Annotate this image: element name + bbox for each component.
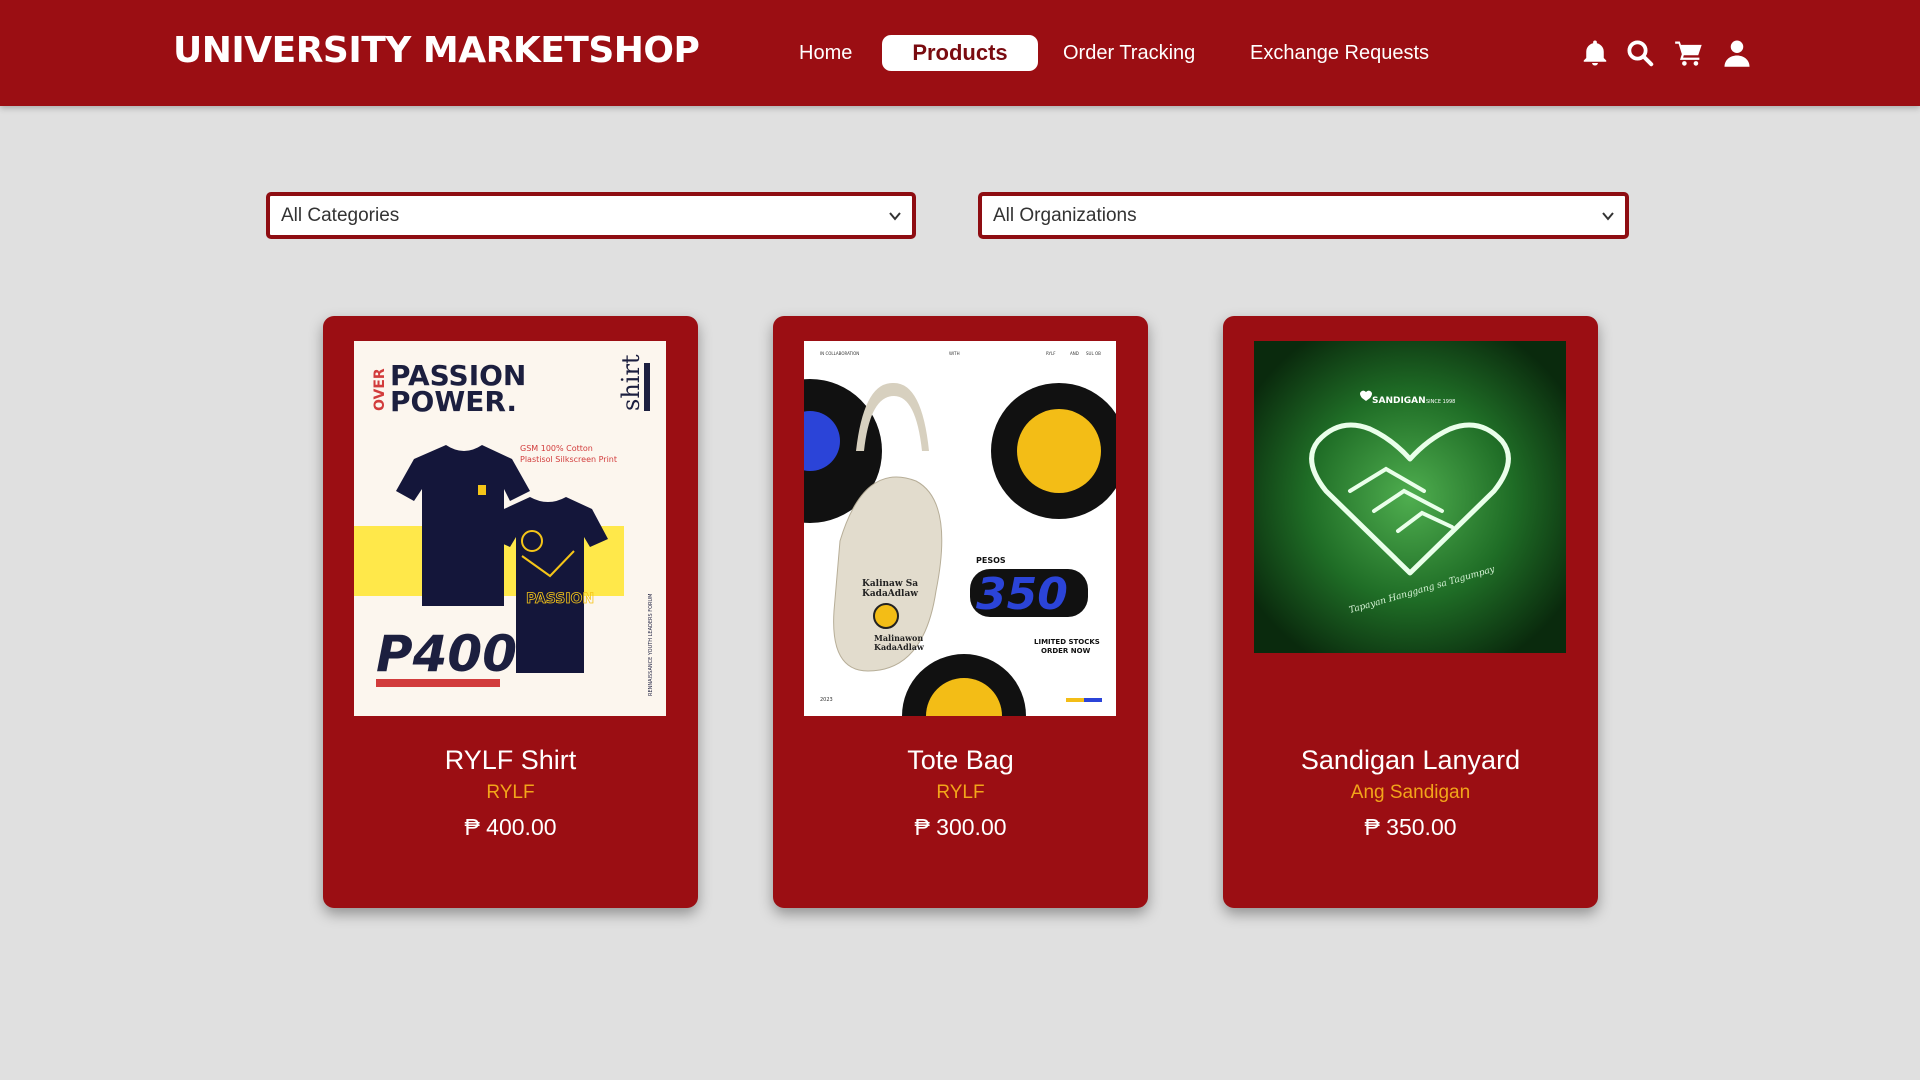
poster-rylf-text: RYLF — [1046, 351, 1056, 356]
product-image[interactable]: SANDIGAN SINCE 1998 Tapayan Hanggang sa … — [1254, 341, 1566, 653]
bell-icon[interactable] — [1580, 38, 1610, 68]
poster-stock-2: ORDER NOW — [1041, 647, 1091, 655]
category-select[interactable]: All Categories — [266, 192, 916, 239]
lanyard-poster: SANDIGAN SINCE 1998 Tapayan Hanggang sa … — [1254, 341, 1566, 653]
search-icon[interactable] — [1625, 38, 1655, 68]
poster-year: 2023 — [820, 697, 833, 703]
category-select-value: All Categories — [281, 205, 400, 226]
nav-home[interactable]: Home — [799, 35, 852, 71]
product-image[interactable]: IN COLLABORATION WITH RYLF AND SUL OB Ka… — [804, 341, 1116, 716]
poster-collab-text: IN COLLABORATION — [820, 351, 859, 356]
product-name[interactable]: Sandigan Lanyard — [1223, 745, 1598, 776]
product-card[interactable]: OVER PASSION POWER. shirt GSM 100% Cotto… — [323, 316, 698, 908]
tote-poster: IN COLLABORATION WITH RYLF AND SUL OB Ka… — [804, 341, 1116, 716]
poster-tag: shirt — [617, 354, 645, 411]
product-card[interactable]: IN COLLABORATION WITH RYLF AND SUL OB Ka… — [773, 316, 1148, 908]
chevron-down-icon — [889, 212, 901, 221]
organization-select-value: All Organizations — [993, 205, 1137, 226]
product-price: ₱ 400.00 — [464, 814, 557, 840]
shirt-back-print: PASSION — [526, 591, 594, 607]
poster-price: 350 — [976, 569, 1068, 620]
poster-with-text: WITH — [949, 351, 960, 356]
bag-print-1: Kalinaw Sa — [862, 579, 918, 589]
user-icon[interactable] — [1722, 38, 1752, 68]
poster-sulob-text: SUL OB — [1086, 351, 1101, 356]
product-organization: RYLF — [936, 782, 985, 803]
bag-print-2: KadaAdlaw — [862, 589, 918, 599]
product-organization: Ang Sandigan — [1350, 782, 1471, 803]
poster-side-text: RENNAISSANCE YOUTH LEADERS FORUM — [648, 594, 654, 697]
product-image[interactable]: OVER PASSION POWER. shirt GSM 100% Cotto… — [354, 341, 666, 716]
product-name[interactable]: RYLF Shirt — [323, 745, 698, 776]
bag-print-4: KadaAdlaw — [874, 642, 925, 652]
organization-select[interactable]: All Organizations — [978, 192, 1629, 239]
poster-stock-1: LIMITED STOCKS — [1034, 638, 1100, 646]
poster-spec-2: Plastisol Silkscreen Print — [520, 455, 617, 464]
brand-logo[interactable]: UNIVERSITY MARKETSHOP — [173, 30, 700, 71]
poster-pesos-text: PESOS — [976, 556, 1006, 565]
product-organization: RYLF — [486, 782, 535, 803]
product-card[interactable]: SANDIGAN SINCE 1998 Tapayan Hanggang sa … — [1223, 316, 1598, 908]
product-name[interactable]: Tote Bag — [773, 745, 1148, 776]
product-price: ₱ 350.00 — [1364, 814, 1457, 840]
poster-price: P400 — [376, 625, 517, 683]
chevron-down-icon — [1602, 212, 1614, 221]
poster-over-text: OVER — [372, 368, 388, 411]
sandigan-since-text: SINCE 1998 — [1426, 399, 1455, 405]
cart-icon[interactable] — [1674, 38, 1704, 68]
sandigan-logo-text: SANDIGAN — [1372, 396, 1426, 406]
poster-and-text: AND — [1070, 351, 1079, 356]
poster-spec-1: GSM 100% Cotton — [520, 444, 593, 453]
shirt-poster: OVER PASSION POWER. shirt GSM 100% Cotto… — [354, 341, 666, 716]
top-navbar: UNIVERSITY MARKETSHOP Home Products Orde… — [0, 0, 1920, 106]
nav-products[interactable]: Products — [882, 35, 1038, 71]
nav-order-tracking[interactable]: Order Tracking — [1063, 35, 1195, 71]
poster-headline-2: POWER. — [390, 385, 517, 418]
nav-exchange-requests[interactable]: Exchange Requests — [1250, 35, 1429, 71]
product-price: ₱ 300.00 — [914, 814, 1007, 840]
